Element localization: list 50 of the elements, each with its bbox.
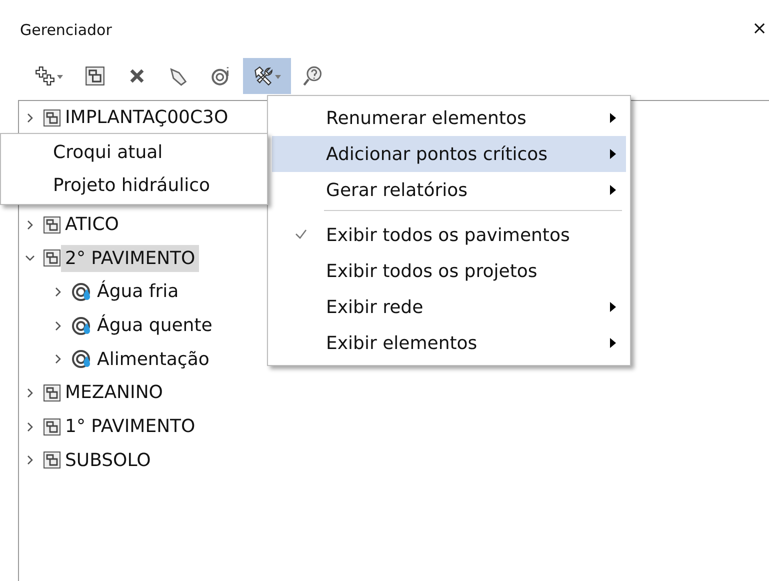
menu-item[interactable]: Exibir elementos [272,325,626,361]
tree-item[interactable]: SUBSOLO [61,446,155,474]
floor-plan-icon [43,108,61,127]
menu-item[interactable]: Exibir todos os pavimentos [272,217,626,253]
submenu-item[interactable]: Projeto hidráulico [1,169,267,202]
water-drop-icon [71,348,93,370]
chevron-right-icon[interactable] [25,112,35,123]
submenu-arrow-icon [610,338,616,348]
tree-item[interactable]: Alimentação [93,346,214,373]
submenu-arrow-icon [610,302,616,312]
tools-icon [253,66,273,86]
panel-title: Gerenciador [20,21,112,39]
submenu-item[interactable]: Croqui atual [1,136,267,169]
chevron-right-icon[interactable] [25,422,35,432]
floor-icon [85,66,105,86]
water-drop-icon [71,280,93,303]
tree-item[interactable]: IMPLANTAÇ00C3O [61,104,232,132]
menu-item[interactable]: Adicionar pontos críticos [272,136,626,172]
menu-item[interactable]: Exibir todos os projetos [272,253,626,289]
tree-item[interactable]: Água fria [93,278,183,306]
floor-plan-icon [43,451,61,470]
tree-item[interactable]: MEZANINO [61,379,167,406]
tree-item[interactable]: Água quente [93,312,216,340]
close-button[interactable]: × [752,18,768,39]
info-icon [211,66,231,86]
chevron-right-icon[interactable] [25,388,35,398]
chevron-right-icon[interactable] [53,320,63,331]
floor-plan-icon [43,216,61,234]
chevron-down-icon[interactable] [25,253,35,264]
help-icon [303,66,323,86]
tree-item[interactable]: 2° PAVIMENTO [61,244,200,272]
checkmark-icon [294,227,308,241]
floor-plan-icon [43,418,61,436]
tools-tool-button[interactable] [243,58,291,94]
menu-item[interactable]: Exibir rede [272,289,626,325]
floor-plan-icon [43,384,61,402]
floor-plan-icon [43,249,61,268]
menu-item[interactable]: Gerar relatórios [272,172,626,208]
submenu-arrow-icon [610,185,616,195]
tree-item[interactable]: 1° PAVIMENTO [61,413,200,440]
water-drop-icon [71,314,93,337]
chevron-right-icon[interactable] [25,220,35,230]
chevron-right-icon[interactable] [53,354,63,364]
menu-item[interactable]: Renumerar elementos [272,100,626,136]
chevron-right-icon[interactable] [53,286,63,297]
tree-item[interactable]: ATICO [61,211,123,238]
chevron-right-icon[interactable] [25,455,35,466]
submenu-arrow-icon [610,113,616,123]
add-icon [35,66,55,86]
submenu-arrow-icon [610,149,616,159]
